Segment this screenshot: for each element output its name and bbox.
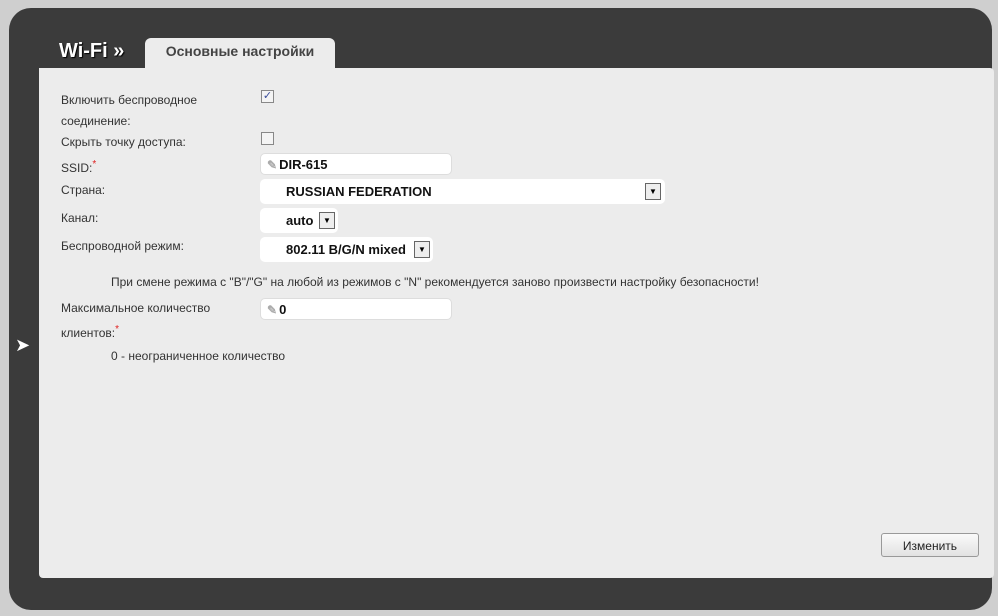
hide-ap-checkbox[interactable] <box>261 132 274 145</box>
chevron-down-icon: ▼ <box>645 183 661 200</box>
enable-wireless-label: Включить беспроводное соединение: <box>61 93 198 128</box>
country-label: Страна: <box>61 183 106 197</box>
required-mark: * <box>92 159 97 170</box>
page-title: Wi-Fi » <box>59 40 125 62</box>
chevron-down-icon: ▼ <box>319 212 335 229</box>
ssid-label: SSID: <box>61 161 93 175</box>
max-clients-input[interactable]: ✎ 0 <box>260 298 452 320</box>
back-arrow-icon[interactable]: ➤ <box>15 335 30 356</box>
pencil-icon: ✎ <box>267 158 278 172</box>
ssid-input[interactable]: ✎ DIR-615 <box>260 153 452 175</box>
mode-label: Беспроводной режим: <box>61 239 184 253</box>
country-select[interactable]: RUSSIAN FEDERATION ▼ <box>260 179 665 204</box>
tab-basic-settings[interactable]: Основные настройки <box>145 38 335 69</box>
channel-select[interactable]: auto ▼ <box>260 208 338 233</box>
channel-label: Канал: <box>61 211 99 225</box>
mode-select[interactable]: 802.11 B/G/N mixed ▼ <box>260 237 433 262</box>
mode-note: При смене режима с "B"/"G" на любой из р… <box>111 275 759 289</box>
enable-wireless-checkbox[interactable]: ✓ <box>261 90 274 103</box>
required-mark: * <box>115 324 120 335</box>
apply-button[interactable]: Изменить <box>881 533 979 557</box>
max-clients-note: 0 - неограниченное количество <box>111 349 286 363</box>
chevron-down-icon: ▼ <box>414 241 430 258</box>
pencil-icon: ✎ <box>267 303 278 317</box>
max-clients-label: Максимальное количество клиентов: <box>61 301 211 340</box>
hide-ap-label: Скрыть точку доступа: <box>61 135 186 149</box>
